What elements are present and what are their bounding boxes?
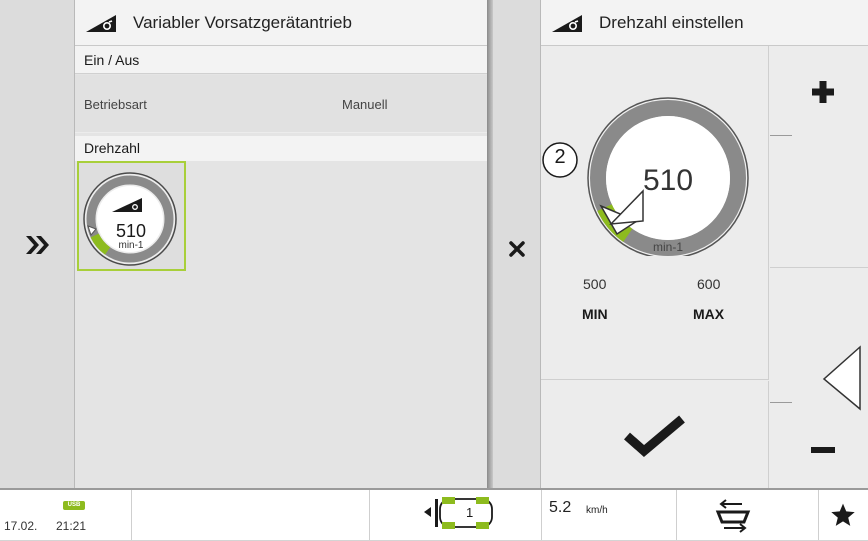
speed-section-header: Drehzahl (75, 136, 487, 161)
minus-icon (811, 447, 835, 453)
set-speed-dialog: Drehzahl einstellen 2 510 min-1 500 600 … (541, 0, 868, 488)
max-value: 600 (697, 276, 721, 292)
slider-pointer-icon (822, 345, 861, 411)
dialog-header: Drehzahl einstellen (541, 0, 868, 46)
implement-drive-panel: Variabler Vorsatzgerätantrieb Ein / Aus … (75, 0, 487, 488)
status-bar: USB 17.02. 21:21 1 5.2 km/h (0, 488, 868, 540)
gauge-value: 510 (642, 164, 694, 197)
vehicle-speed: 5.2 (549, 499, 572, 516)
onoff-row[interactable]: Ein / Aus (75, 46, 487, 74)
implement-drive-icon (86, 14, 116, 32)
mode-row[interactable]: Betriebsart Manuell (75, 75, 487, 133)
time: 21:21 (56, 519, 87, 533)
mode-value: Manuell (342, 97, 388, 112)
implement-selector[interactable]: 1 (424, 494, 504, 536)
hitch-icon (715, 499, 751, 533)
speed-unit: km/h (586, 505, 608, 516)
expand-button[interactable] (0, 215, 75, 275)
close-button[interactable] (493, 225, 541, 273)
implement-drive-icon (552, 14, 582, 32)
mode-label: Betriebsart (84, 97, 147, 112)
checkmark-icon (623, 415, 685, 457)
panel-header: Variabler Vorsatzgerätantrieb (75, 0, 487, 46)
confirm-button[interactable] (541, 381, 769, 488)
favorites-button[interactable] (830, 502, 860, 532)
panel-title: Variabler Vorsatzgerätantrieb (133, 12, 352, 32)
x-icon (509, 241, 525, 257)
plus-icon (812, 81, 834, 103)
date: 17.02. (4, 519, 38, 533)
implement-number: 1 (466, 505, 474, 520)
small-speed-gauge (83, 172, 177, 266)
step-badge: 2 (554, 146, 566, 168)
double-chevron-right-icon (25, 236, 49, 254)
star-icon (831, 503, 855, 526)
speed-gauge-tile[interactable]: 510 min-1 (77, 161, 186, 271)
dialog-title: Drehzahl einstellen (599, 12, 744, 32)
min-value: 500 (583, 276, 607, 292)
usb-icon: USB (63, 501, 85, 510)
tick-mark (770, 402, 792, 403)
small-gauge-value: 510 (115, 221, 147, 241)
max-label: MAX (693, 306, 725, 322)
implement-icon (424, 497, 493, 529)
hitch-button[interactable] (714, 498, 754, 534)
left-nav-strip (0, 0, 75, 488)
small-gauge-unit: min-1 (118, 240, 144, 251)
increase-button[interactable] (770, 46, 868, 268)
speed-section-label: Drehzahl (84, 140, 141, 156)
gauge-area: 2 510 min-1 500 600 MIN MAX (541, 46, 769, 380)
gauge-unit: min-1 (652, 240, 683, 254)
usb-label: USB (67, 502, 81, 508)
tick-mark (770, 135, 792, 136)
dialog-side-strip (493, 0, 541, 488)
min-label: MIN (582, 306, 608, 322)
onoff-label: Ein / Aus (84, 52, 140, 68)
value-slider[interactable] (770, 269, 868, 488)
